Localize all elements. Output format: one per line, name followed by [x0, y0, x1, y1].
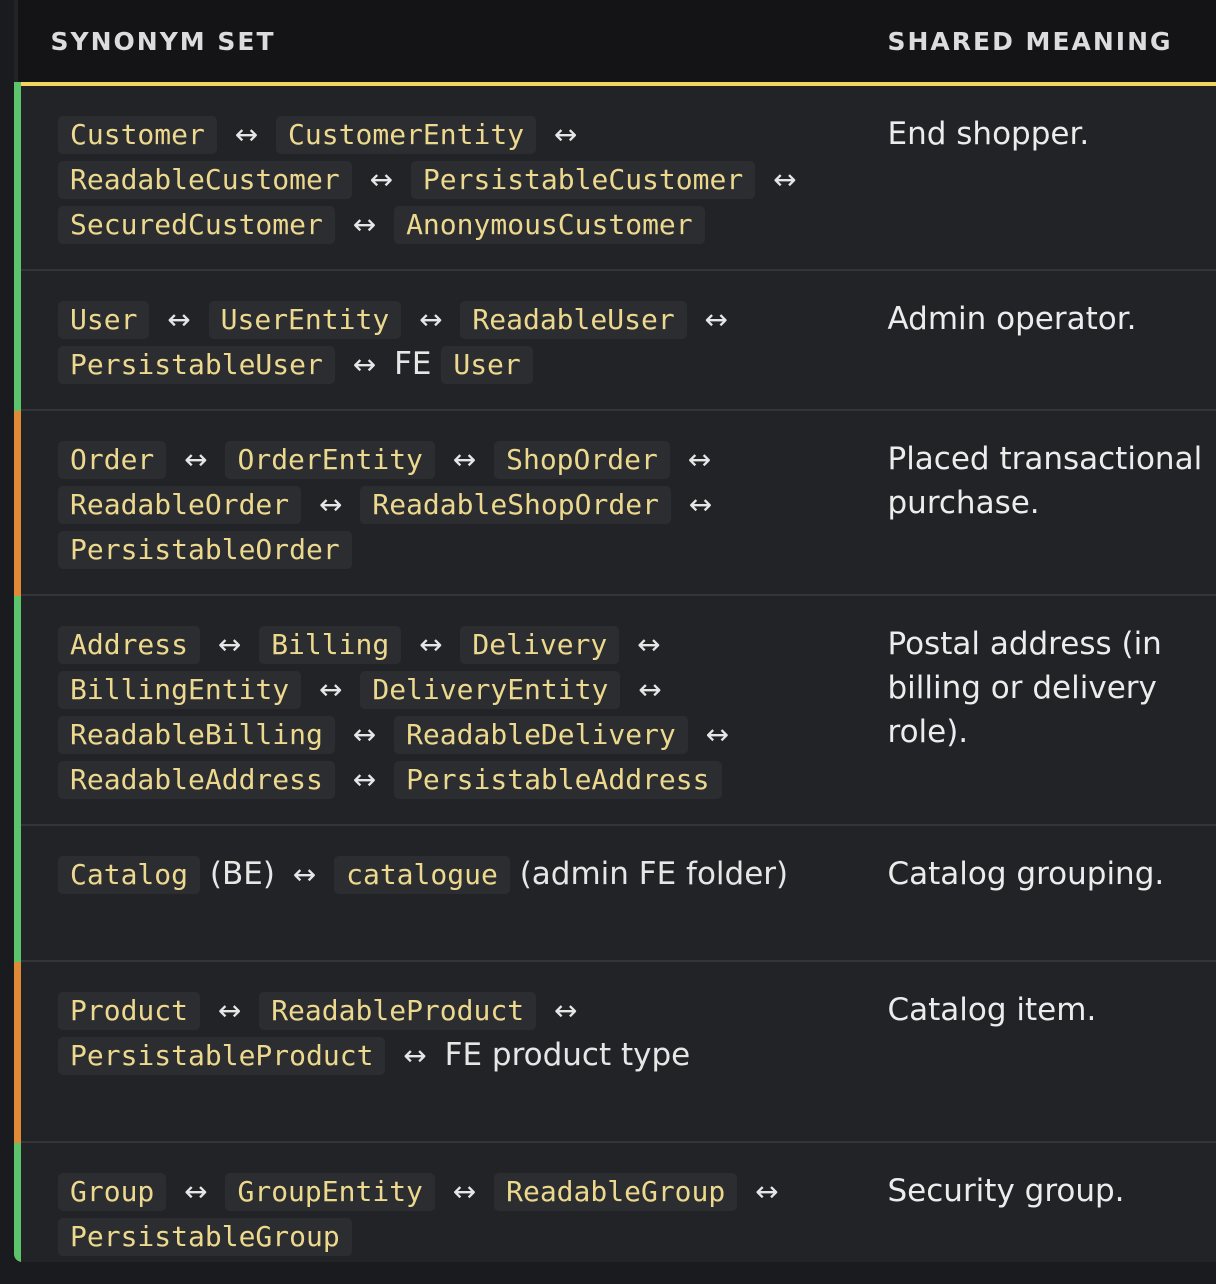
synonym-table-card: SYNONYM SET SHARED MEANING Customer ↔ Cu…: [14, 0, 1216, 1262]
table-row: Address ↔ Billing ↔ Delivery ↔ BillingEn…: [14, 595, 1216, 825]
meaning-cell: Security group.: [887, 1173, 1125, 1209]
column-header-shared-meaning: SHARED MEANING: [873, 0, 1216, 86]
code-term: Order: [58, 441, 167, 479]
bidirectional-arrow-icon: ↔: [638, 673, 662, 706]
plain-text: (BE): [209, 856, 275, 892]
bidirectional-arrow-icon: ↔: [553, 118, 578, 151]
bidirectional-arrow-icon: ↔: [319, 488, 343, 521]
bidirectional-arrow-icon: ↔: [705, 718, 730, 751]
bidirectional-arrow-icon: ↔: [352, 348, 377, 381]
code-term: PersistableGroup: [58, 1218, 352, 1256]
code-term: PersistableOrder: [58, 531, 352, 569]
bidirectional-arrow-icon: ↔: [167, 303, 191, 336]
code-term: User: [58, 301, 150, 339]
code-term: OrderEntity: [225, 441, 435, 479]
code-term: Billing: [259, 626, 402, 664]
bidirectional-arrow-icon: ↔: [369, 163, 394, 196]
bidirectional-arrow-icon: ↔: [637, 628, 661, 661]
bidirectional-arrow-icon: ↔: [553, 994, 578, 1027]
column-header-synonym-set: SYNONYM SET: [17, 0, 874, 86]
code-term: Catalog: [58, 856, 201, 894]
code-term: ReadableUser: [460, 301, 687, 339]
code-term: PersistableAddress: [394, 761, 722, 799]
code-term: CustomerEntity: [276, 116, 537, 154]
synonym-cell: Product ↔ ReadableProduct ↔ PersistableP…: [14, 961, 874, 1142]
bidirectional-arrow-icon: ↔: [352, 718, 377, 751]
meaning-cell: Catalog grouping.: [887, 856, 1165, 892]
code-term: User: [441, 346, 533, 384]
bidirectional-arrow-icon: ↔: [217, 628, 242, 661]
table-row: User ↔ UserEntity ↔ ReadableUser ↔ Persi…: [14, 270, 1216, 410]
bidirectional-arrow-icon: ↔: [352, 208, 377, 241]
bidirectional-arrow-icon: ↔: [773, 163, 797, 196]
bidirectional-arrow-icon: ↔: [403, 1039, 427, 1072]
code-term: ReadableShopOrder: [360, 486, 671, 524]
synonym-table: SYNONYM SET SHARED MEANING Customer ↔ Cu…: [14, 0, 1216, 1262]
bidirectional-arrow-icon: ↔: [184, 443, 208, 476]
bidirectional-arrow-icon: ↔: [419, 628, 443, 661]
table-row: Customer ↔ CustomerEntity ↔ ReadableCust…: [14, 84, 1216, 270]
table-row: Group ↔ GroupEntity ↔ ReadableGroup ↔ Pe…: [14, 1142, 1216, 1262]
synonym-cell: User ↔ UserEntity ↔ ReadableUser ↔ Persi…: [14, 270, 874, 410]
plain-text: (admin FE folder): [519, 856, 789, 892]
synonym-cell: Group ↔ GroupEntity ↔ ReadableGroup ↔ Pe…: [14, 1142, 874, 1262]
code-term: ReadableCustomer: [58, 161, 352, 199]
code-term: ReadableDelivery: [394, 716, 688, 754]
table-row: Catalog (BE) ↔ catalogue (admin FE folde…: [14, 825, 1216, 961]
code-term: Delivery: [460, 626, 620, 664]
bidirectional-arrow-icon: ↔: [234, 118, 259, 151]
code-term: catalogue: [334, 856, 510, 894]
code-term: SecuredCustomer: [58, 206, 335, 244]
synonym-cell: Customer ↔ CustomerEntity ↔ ReadableCust…: [14, 84, 874, 270]
bidirectional-arrow-icon: ↔: [687, 443, 712, 476]
bidirectional-arrow-icon: ↔: [292, 858, 317, 891]
code-term: ReadableProduct: [259, 992, 537, 1030]
code-term: Address: [58, 626, 201, 664]
synonym-cell: Catalog (BE) ↔ catalogue (admin FE folde…: [14, 825, 874, 961]
code-term: PersistableProduct: [58, 1037, 386, 1075]
code-term: AnonymousCustomer: [394, 206, 705, 244]
plain-text: FE: [394, 346, 432, 382]
plain-text: FE product type: [444, 1037, 691, 1073]
meaning-cell: Catalog item.: [887, 992, 1097, 1028]
meaning-cell: End shopper.: [887, 116, 1090, 152]
bidirectional-arrow-icon: ↔: [217, 994, 242, 1027]
bidirectional-arrow-icon: ↔: [184, 1175, 208, 1208]
code-term: PersistableCustomer: [410, 161, 756, 199]
synonym-cell: Address ↔ Billing ↔ Delivery ↔ BillingEn…: [14, 595, 874, 825]
code-term: BillingEntity: [58, 671, 302, 709]
bidirectional-arrow-icon: ↔: [452, 443, 477, 476]
code-term: ReadableBilling: [58, 716, 335, 754]
code-term: ReadableAddress: [58, 761, 335, 799]
bidirectional-arrow-icon: ↔: [704, 303, 729, 336]
bidirectional-arrow-icon: ↔: [352, 763, 377, 796]
code-term: ReadableOrder: [58, 486, 302, 524]
code-term: UserEntity: [208, 301, 402, 339]
bidirectional-arrow-icon: ↔: [319, 673, 343, 706]
meaning-cell: Placed transactional purchase.: [887, 441, 1203, 521]
bidirectional-arrow-icon: ↔: [755, 1175, 779, 1208]
bidirectional-arrow-icon: ↔: [688, 488, 713, 521]
code-term: PersistableUser: [58, 346, 335, 384]
table-row: Order ↔ OrderEntity ↔ ShopOrder ↔ Readab…: [14, 410, 1216, 595]
code-term: Customer: [58, 116, 217, 154]
bidirectional-arrow-icon: ↔: [419, 303, 443, 336]
meaning-cell: Admin operator.: [887, 301, 1137, 337]
bidirectional-arrow-icon: ↔: [452, 1175, 477, 1208]
code-term: GroupEntity: [225, 1173, 435, 1211]
table-body: Customer ↔ CustomerEntity ↔ ReadableCust…: [14, 84, 1216, 1262]
code-term: Group: [58, 1173, 167, 1211]
code-term: Product: [58, 992, 201, 1030]
header-row: SYNONYM SET SHARED MEANING: [17, 0, 1216, 86]
table-header: SYNONYM SET SHARED MEANING: [17, 0, 1216, 86]
code-term: DeliveryEntity: [360, 671, 621, 709]
synonym-cell: Order ↔ OrderEntity ↔ ShopOrder ↔ Readab…: [14, 410, 874, 595]
meaning-cell: Postal address (in billing or delivery r…: [887, 626, 1162, 750]
table-row: Product ↔ ReadableProduct ↔ PersistableP…: [14, 961, 1216, 1142]
code-term: ReadableGroup: [494, 1173, 738, 1211]
code-term: ShopOrder: [494, 441, 670, 479]
